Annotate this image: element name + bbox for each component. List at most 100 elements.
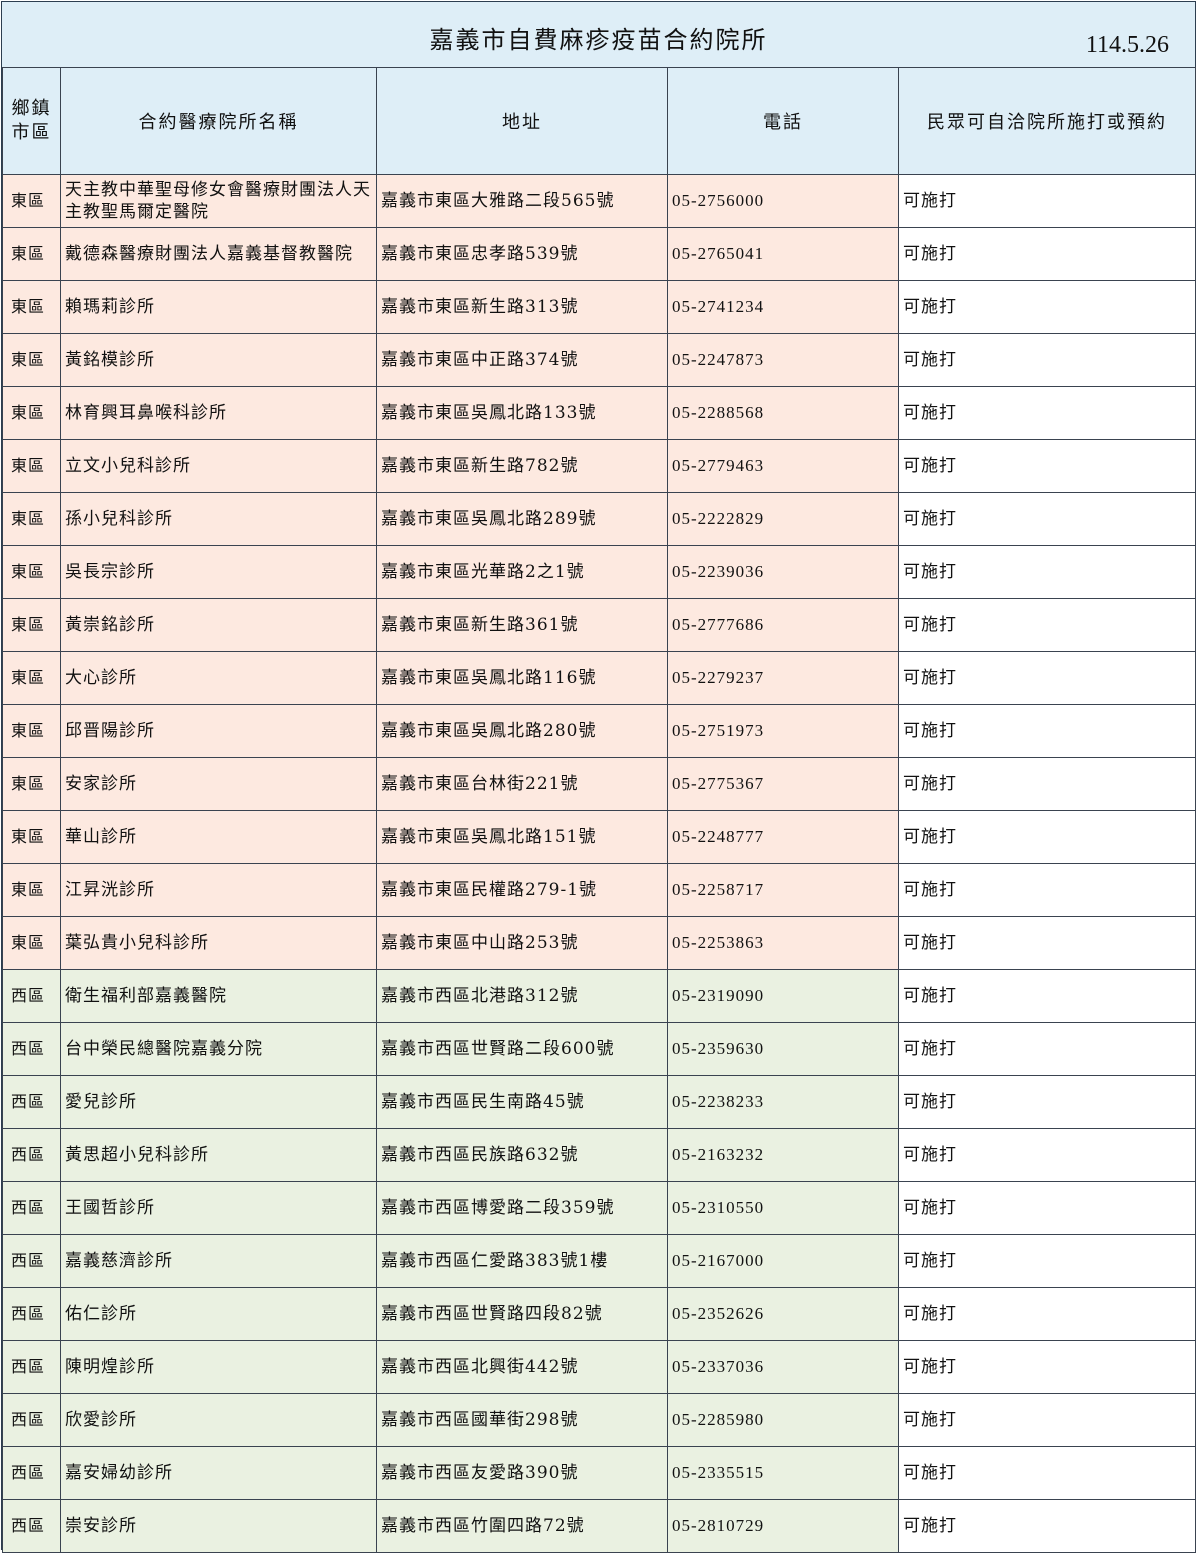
table-row: 東區 賴瑪莉診所 嘉義市東區新生路313號 05-2741234 可施打 — [2, 280, 1196, 334]
clinic-name-cell: 陳明煌診所 — [60, 1340, 377, 1394]
status-cell: 可施打 — [898, 757, 1196, 811]
district-cell: 東區 — [2, 386, 61, 440]
status-cell: 可施打 — [898, 439, 1196, 493]
table-row: 東區 安家診所 嘉義市東區台林街221號 05-2775367 可施打 — [2, 757, 1196, 811]
status-cell: 可施打 — [898, 704, 1196, 758]
status-cell: 可施打 — [898, 386, 1196, 440]
clinic-name-cell: 台中榮民總醫院嘉義分院 — [60, 1022, 377, 1076]
phone-cell: 05-2258717 — [667, 863, 899, 917]
status-cell: 可施打 — [898, 227, 1196, 281]
table-row: 東區 林育興耳鼻喉科診所 嘉義市東區吳鳳北路133號 05-2288568 可施打 — [2, 386, 1196, 440]
address-cell: 嘉義市東區忠孝路539號 — [376, 227, 668, 281]
district-cell: 西區 — [2, 1340, 61, 1394]
status-cell: 可施打 — [898, 1075, 1196, 1129]
clinic-name-cell: 戴德森醫療財團法人嘉義基督教醫院 — [60, 227, 377, 281]
status-cell: 可施打 — [898, 280, 1196, 334]
clinic-name-cell: 嘉安婦幼診所 — [60, 1446, 377, 1500]
address-cell: 嘉義市東區吳鳳北路116號 — [376, 651, 668, 705]
status-cell: 可施打 — [898, 545, 1196, 599]
address-cell: 嘉義市西區友愛路390號 — [376, 1446, 668, 1500]
table-row: 東區 葉弘貴小兒科診所 嘉義市東區中山路253號 05-2253863 可施打 — [2, 916, 1196, 970]
clinic-name-cell: 嘉義慈濟診所 — [60, 1234, 377, 1288]
clinic-name-cell: 孫小兒科診所 — [60, 492, 377, 546]
status-cell: 可施打 — [898, 863, 1196, 917]
table-row: 東區 黃銘模診所 嘉義市東區中正路374號 05-2247873 可施打 — [2, 333, 1196, 387]
district-cell: 東區 — [2, 439, 61, 493]
column-header-district: 鄉鎮 市區 — [2, 67, 61, 175]
district-header-line1: 鄉鎮 — [11, 98, 52, 119]
district-cell: 西區 — [2, 1075, 61, 1129]
district-cell: 東區 — [2, 810, 61, 864]
phone-cell: 05-2777686 — [667, 598, 899, 652]
clinic-name-cell: 愛兒診所 — [60, 1075, 377, 1129]
table-row: 西區 台中榮民總醫院嘉義分院 嘉義市西區世賢路二段600號 05-2359630 可施打 — [2, 1022, 1196, 1076]
status-cell: 可施打 — [898, 598, 1196, 652]
address-cell: 嘉義市西區世賢路四段82號 — [376, 1287, 668, 1341]
address-cell: 嘉義市西區北港路312號 — [376, 969, 668, 1023]
phone-cell: 05-2337036 — [667, 1340, 899, 1394]
phone-cell: 05-2238233 — [667, 1075, 899, 1129]
table-row: 東區 大心診所 嘉義市東區吳鳳北路116號 05-2279237 可施打 — [2, 651, 1196, 705]
table-row: 西區 黃思超小兒科診所 嘉義市西區民族路632號 05-2163232 可施打 — [2, 1128, 1196, 1182]
district-cell: 東區 — [2, 492, 61, 546]
table-row: 西區 衛生福利部嘉義醫院 嘉義市西區北港路312號 05-2319090 可施打 — [2, 969, 1196, 1023]
district-cell: 西區 — [2, 1393, 61, 1447]
clinic-name-cell: 王國哲診所 — [60, 1181, 377, 1235]
table-row: 東區 戴德森醫療財團法人嘉義基督教醫院 嘉義市東區忠孝路539號 05-2765041… — [2, 227, 1196, 281]
table-row: 東區 吳長宗診所 嘉義市東區光華路2之1號 05-2239036 可施打 — [2, 545, 1196, 599]
clinic-name-cell: 安家診所 — [60, 757, 377, 811]
table-row: 西區 嘉安婦幼診所 嘉義市西區友愛路390號 05-2335515 可施打 — [2, 1446, 1196, 1500]
status-cell: 可施打 — [898, 916, 1196, 970]
phone-cell: 05-2222829 — [667, 492, 899, 546]
district-cell: 東區 — [2, 704, 61, 758]
address-cell: 嘉義市西區竹圍四路72號 — [376, 1499, 668, 1553]
status-cell: 可施打 — [898, 333, 1196, 387]
table-row: 西區 陳明煌診所 嘉義市西區北興街442號 05-2337036 可施打 — [2, 1340, 1196, 1394]
district-cell: 東區 — [2, 863, 61, 917]
address-cell: 嘉義市東區民權路279-1號 — [376, 863, 668, 917]
phone-cell: 05-2810729 — [667, 1499, 899, 1553]
phone-cell: 05-2741234 — [667, 280, 899, 334]
phone-cell: 05-2765041 — [667, 227, 899, 281]
district-cell: 西區 — [2, 1128, 61, 1182]
phone-cell: 05-2248777 — [667, 810, 899, 864]
district-cell: 西區 — [2, 1287, 61, 1341]
phone-cell: 05-2319090 — [667, 969, 899, 1023]
clinic-table: 鄉鎮 市區 合約醫療院所名稱 地址 電話 民眾可自洽院所施打或預約 東區 天主教中… — [2, 67, 1196, 1553]
district-cell: 西區 — [2, 1446, 61, 1500]
address-cell: 嘉義市西區博愛路二段359號 — [376, 1181, 668, 1235]
table-row: 東區 孫小兒科診所 嘉義市東區吳鳳北路289號 05-2222829 可施打 — [2, 492, 1196, 546]
district-header-line2: 市區 — [11, 122, 52, 143]
clinic-name-cell: 黃銘模診所 — [60, 333, 377, 387]
status-cell: 可施打 — [898, 1287, 1196, 1341]
table-row: 西區 愛兒診所 嘉義市西區民生南路45號 05-2238233 可施打 — [2, 1075, 1196, 1129]
table-header-row: 鄉鎮 市區 合約醫療院所名稱 地址 電話 民眾可自洽院所施打或預約 — [2, 67, 1196, 175]
district-cell: 東區 — [2, 174, 61, 228]
status-cell: 可施打 — [898, 1393, 1196, 1447]
address-cell: 嘉義市東區光華路2之1號 — [376, 545, 668, 599]
column-header-address: 地址 — [376, 67, 668, 175]
address-cell: 嘉義市西區世賢路二段600號 — [376, 1022, 668, 1076]
phone-cell: 05-2779463 — [667, 439, 899, 493]
table-row: 西區 王國哲診所 嘉義市西區博愛路二段359號 05-2310550 可施打 — [2, 1181, 1196, 1235]
district-cell: 西區 — [2, 969, 61, 1023]
column-header-phone: 電話 — [667, 67, 899, 175]
status-cell: 可施打 — [898, 1181, 1196, 1235]
status-cell: 可施打 — [898, 1128, 1196, 1182]
clinic-name-cell: 欣愛診所 — [60, 1393, 377, 1447]
phone-cell: 05-2359630 — [667, 1022, 899, 1076]
phone-cell: 05-2310550 — [667, 1181, 899, 1235]
address-cell: 嘉義市東區新生路361號 — [376, 598, 668, 652]
title-bar: 嘉義市自費麻疹疫苗合約院所 114.5.26 — [2, 2, 1195, 68]
district-cell: 東區 — [2, 651, 61, 705]
clinic-name-cell: 吳長宗診所 — [60, 545, 377, 599]
address-cell: 嘉義市西區仁愛路383號1樓 — [376, 1234, 668, 1288]
status-cell: 可施打 — [898, 969, 1196, 1023]
phone-cell: 05-2756000 — [667, 174, 899, 228]
clinic-name-cell: 衛生福利部嘉義醫院 — [60, 969, 377, 1023]
table-row: 西區 佑仁診所 嘉義市西區世賢路四段82號 05-2352626 可施打 — [2, 1287, 1196, 1341]
clinic-name-cell: 林育興耳鼻喉科診所 — [60, 386, 377, 440]
phone-cell: 05-2751973 — [667, 704, 899, 758]
district-cell: 西區 — [2, 1022, 61, 1076]
phone-cell: 05-2239036 — [667, 545, 899, 599]
